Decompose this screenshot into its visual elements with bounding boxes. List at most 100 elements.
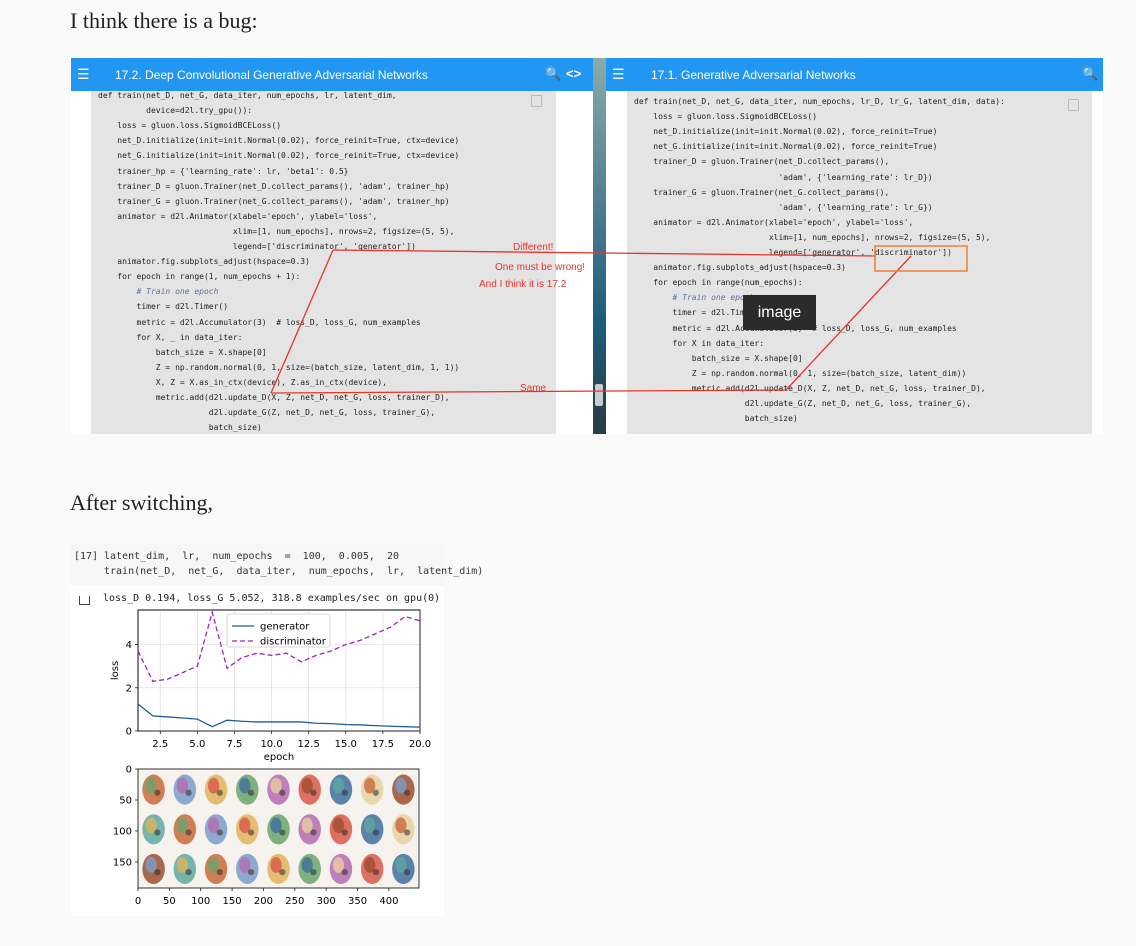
image-y-tick-label: 50 xyxy=(119,795,132,806)
annotation-wrong: One must be wrong! xyxy=(495,262,586,273)
tile-blob xyxy=(216,869,223,876)
tile-blob xyxy=(404,789,411,796)
image-x-tick-label: 250 xyxy=(285,896,304,907)
code-line: trainer_G = gluon.Trainer(net_G.collect_… xyxy=(634,187,890,197)
code-line: # Train one epoch xyxy=(634,293,755,303)
right-docs-pane: ☰ 17.1. Generative Adversarial Networks … xyxy=(606,58,1103,434)
left-page-title: 17.2. Deep Convolutional Generative Adve… xyxy=(115,68,428,82)
copy-icon[interactable] xyxy=(531,95,542,107)
code-line: metric.add(d2l.update_D(X, Z, net_D, net… xyxy=(98,393,450,402)
code-line: d2l.update_G(Z, net_D, net_G, loss, trai… xyxy=(634,399,972,408)
tile-blob xyxy=(404,829,411,836)
tile-blob xyxy=(154,789,161,796)
background-strip xyxy=(593,58,606,434)
code-line: legend=['discriminator', 'generator']) xyxy=(98,242,416,251)
annotation-think: And I think it is 17.2 xyxy=(479,279,567,290)
code-line: net_D.initialize(init=init.Normal(0.02),… xyxy=(634,127,938,137)
tile-blob xyxy=(247,789,255,796)
code-line: 'adam', {'learning_rate': lr_D}) xyxy=(634,172,933,182)
image-y-tick-label: 100 xyxy=(113,826,132,837)
code-line: 'adam', {'learning_rate': lr_G}) xyxy=(634,202,933,212)
tile-blob xyxy=(341,789,348,796)
code-line: timer = d2l.Timer() xyxy=(98,302,229,312)
copy-icon[interactable] xyxy=(1068,99,1079,111)
tile-blob xyxy=(341,869,348,876)
loss-chart: 2.5 5.0 7.5 10.0 12.5 15.0 17.5 20.0 0 2 4 epoch los… xyxy=(110,609,431,907)
scrollbar-thumb[interactable] xyxy=(595,384,603,406)
image-x-tick-label: 50 xyxy=(163,896,176,907)
y-tick-label: 0 xyxy=(126,727,132,738)
code-line: net_G.initialize(init=init.Normal(0.02),… xyxy=(634,142,938,152)
code-line: metric.add(d2l.update_D(X, Z, net_D, net… xyxy=(634,383,986,393)
code-line: batch_size) xyxy=(634,414,798,424)
tile-blob xyxy=(247,829,255,836)
code-line: for X in data_iter: xyxy=(634,338,765,348)
image-x-tick-label: 300 xyxy=(317,896,336,907)
x-tick-label: 7.5 xyxy=(227,739,243,750)
right-topbar: ☰ 17.1. Generative Adversarial Networks … xyxy=(606,58,1103,91)
code-line: batch_size = X.shape[0] xyxy=(98,347,267,357)
code-line: legend=['generator', 'discriminator']) xyxy=(634,248,952,257)
tile-blob xyxy=(185,869,192,876)
code-line: trainer_G = gluon.Trainer(net_G.collect_… xyxy=(98,196,450,206)
cell-prompt: [17] xyxy=(74,551,99,562)
code-line: X, Z = X.as_in_ctx(device), Z.as_in_ctx(… xyxy=(98,377,387,387)
hamburger-menu-icon[interactable]: ☰ xyxy=(612,67,625,81)
image-x-tick-label: 100 xyxy=(191,896,210,907)
x-tick-label: 12.5 xyxy=(298,739,320,750)
code-line: def train(net_D, net_G, data_iter, num_e… xyxy=(634,97,1005,106)
code-line: metric = d2l.Accumulator(3) # loss_D, lo… xyxy=(98,317,421,327)
tile-blob xyxy=(154,869,161,876)
code-line: for epoch in range(num_epochs): xyxy=(634,278,803,288)
code-line: trainer_D = gluon.Trainer(net_D.collect_… xyxy=(634,157,890,167)
image-x-tick-label: 400 xyxy=(379,896,398,907)
tile-blob xyxy=(247,869,255,876)
code-line: # Train one epoch xyxy=(98,287,219,297)
comparison-screenshot: ☰ 17.2. Deep Convolutional Generative Ad… xyxy=(71,58,1103,434)
x-tick-label: 2.5 xyxy=(152,739,168,750)
image-x-tick-label: 200 xyxy=(254,896,273,907)
tile-blob xyxy=(310,869,317,876)
tile-blob xyxy=(154,829,161,836)
y-axis-label: loss xyxy=(110,661,121,680)
code-line-2: train(net_D, net_G, data_iter, num_epoch… xyxy=(104,566,484,577)
search-icon[interactable]: 🔍 xyxy=(1082,66,1098,82)
code-line: device=d2l.try_gpu()): xyxy=(98,106,253,116)
image-y-tick-label: 0 xyxy=(126,765,132,776)
x-tick-label: 5.0 xyxy=(189,739,205,750)
hamburger-menu-icon[interactable]: ☰ xyxy=(77,67,90,81)
x-tick-label: 17.5 xyxy=(372,739,394,750)
tile-blob xyxy=(279,789,286,796)
code-line: Z = np.random.normal(0, 1, size=(batch_s… xyxy=(98,362,460,372)
code-icon[interactable]: <> xyxy=(566,66,581,81)
code-line: net_D.initialize(init=init.Normal(0.02),… xyxy=(98,136,460,146)
tile-blob xyxy=(404,869,411,876)
left-code-block: def train(net_D, net_G, data_iter, num_e… xyxy=(91,91,556,434)
tile-blob xyxy=(216,829,223,836)
tile-blob xyxy=(185,789,192,796)
right-code-block: def train(net_D, net_G, data_iter, num_e… xyxy=(627,91,1092,434)
tile-blob xyxy=(372,869,380,876)
code-line: animator.fig.subplots_adjust(hspace=0.3) xyxy=(98,257,310,267)
right-page-title: 17.1. Generative Adversarial Networks xyxy=(651,68,856,82)
code-line: d2l.update_G(Z, net_D, net_G, loss, trai… xyxy=(98,408,436,418)
y-tick-label: 2 xyxy=(126,683,132,694)
image-y-tick-label: 150 xyxy=(113,857,132,868)
tile-blob xyxy=(310,829,317,836)
tile-blob xyxy=(185,829,192,836)
annotation-same: Same xyxy=(520,383,547,394)
tile-blob xyxy=(279,869,286,876)
x-tick-label: 15.0 xyxy=(335,739,357,750)
y-tick-label: 4 xyxy=(126,640,132,651)
tile-blob xyxy=(216,789,223,796)
legend-label: generator xyxy=(260,622,310,633)
tile-blob xyxy=(372,789,380,796)
code-line: animator = d2l.Animator(xlabel='epoch', … xyxy=(98,211,378,221)
code-line: loss = gluon.loss.SigmoidBCELoss() xyxy=(634,112,818,122)
code-line-1: latent_dim, lr, num_epochs = 100, 0.005,… xyxy=(104,551,400,562)
code-line: xlim=[1, num_epochs], nrows=2, figsize=(… xyxy=(98,226,455,236)
notebook-code[interactable]: [17] latent_dim, lr, num_epochs = 100, 0… xyxy=(71,543,483,586)
image-x-tick-label: 350 xyxy=(348,896,367,907)
code-line: trainer_D = gluon.Trainer(net_D.collect_… xyxy=(98,181,450,191)
search-icon[interactable]: 🔍 xyxy=(545,66,561,82)
